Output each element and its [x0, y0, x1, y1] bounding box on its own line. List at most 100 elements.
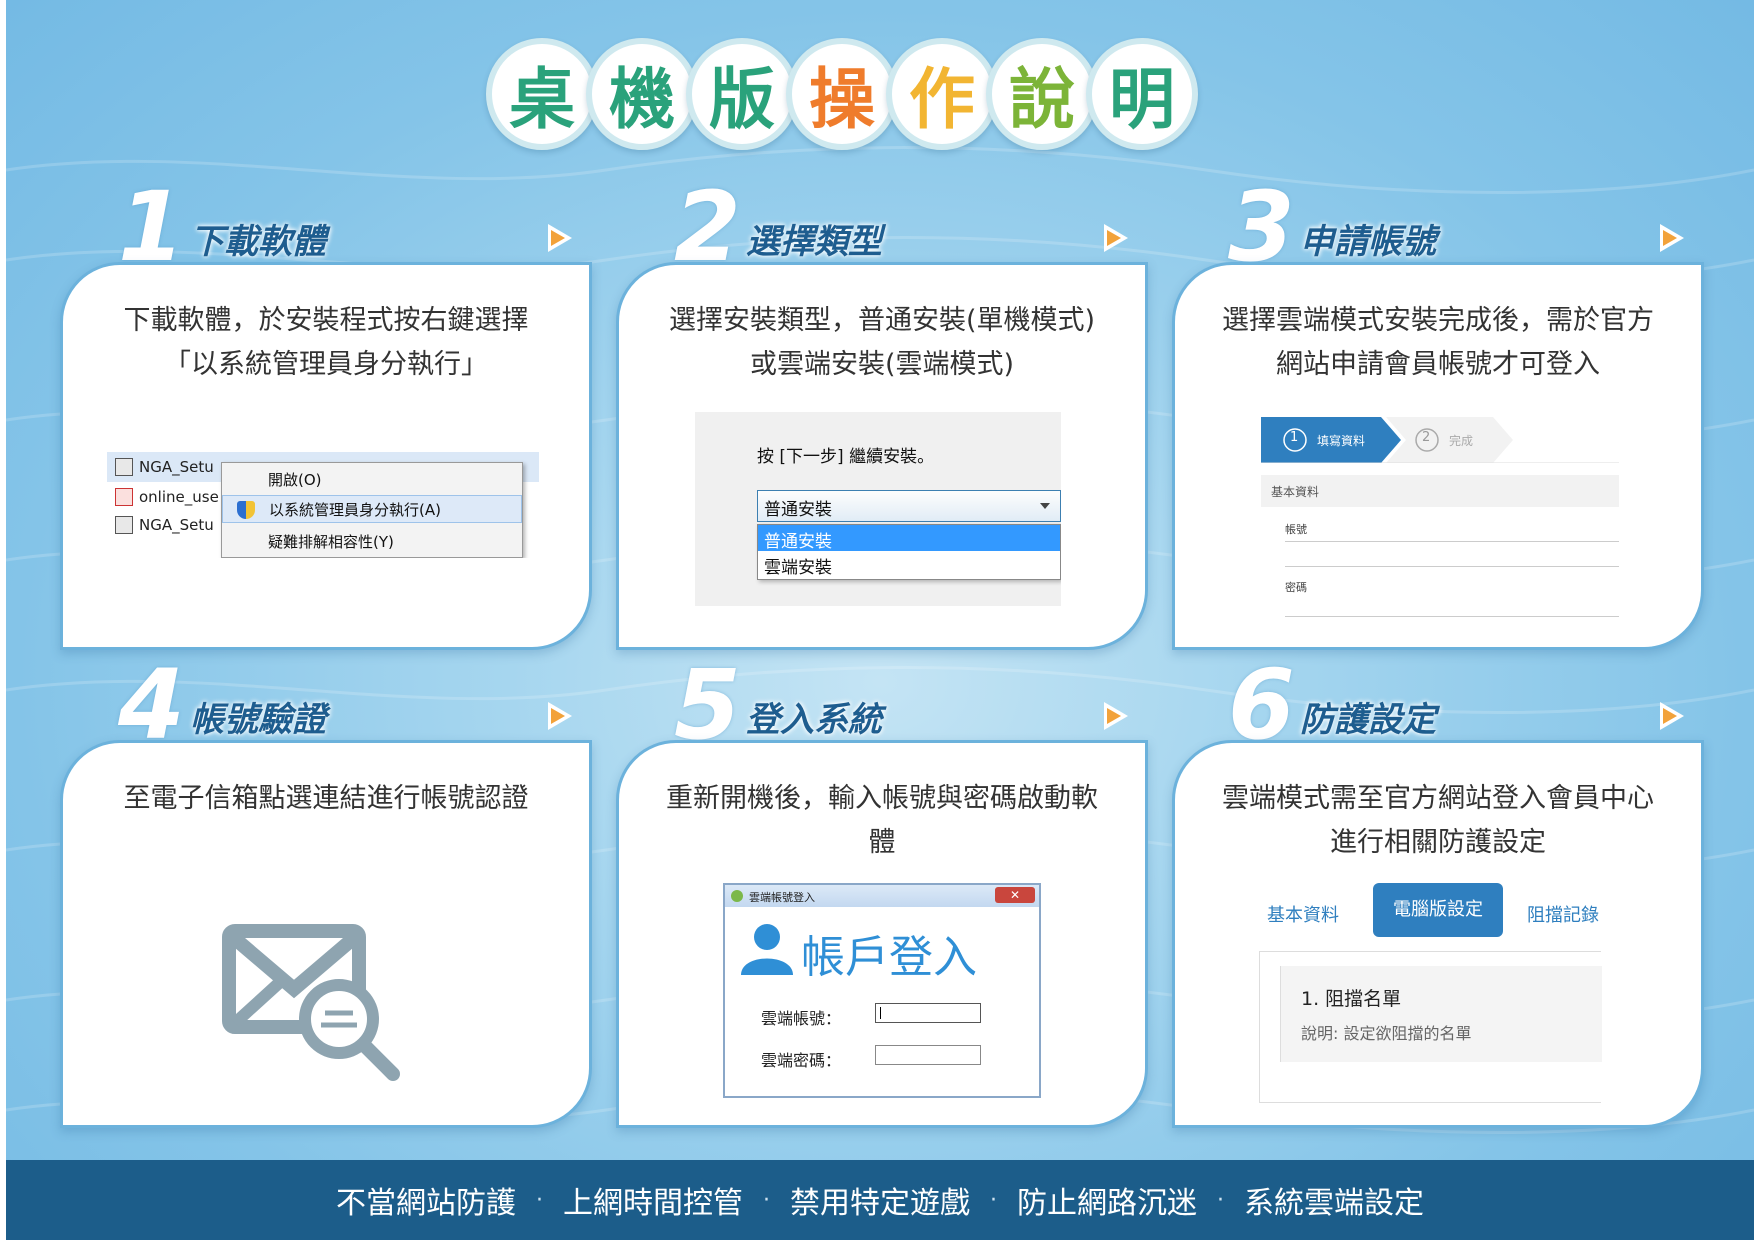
- close-icon[interactable]: ✕: [995, 887, 1035, 903]
- step-5-title: 登入系統: [746, 700, 882, 740]
- account-input[interactable]: [1285, 541, 1619, 567]
- step-1-card: 下載軟體，於安裝程式按右鍵選擇「以系統管理員身分執行」 NGA_Setu onl…: [60, 262, 592, 650]
- app-icon: [731, 890, 743, 902]
- cloud-password-label: 雲端密碼：: [761, 1051, 842, 1070]
- step-5-card: 重新開機後，輸入帳號與密碼啟動軟體 雲端帳號登入 ✕ 帳戶登入 雲端帳號： 雲端…: [616, 740, 1148, 1128]
- feature-item: 禁用特定遊戲: [790, 1186, 970, 1221]
- menu-item-run-as-admin[interactable]: 以系統管理員身分執行(A): [222, 495, 522, 523]
- step-3-header: 3 申請帳號: [1228, 179, 1698, 275]
- separator-dot: ·: [536, 1187, 543, 1213]
- progress-step-1-label: 填寫資料: [1317, 434, 1366, 448]
- menu-item-open[interactable]: 開啟(O): [222, 465, 522, 493]
- feature-item: 不當網站防護: [336, 1186, 516, 1221]
- settings-panel: 1. 阻擋名單 說明: 設定欲阻擋的名單: [1259, 951, 1602, 1103]
- step-5-header: 5 登入系統: [674, 657, 1144, 753]
- block-list-desc: 說明: 設定欲阻擋的名單: [1301, 1024, 1472, 1043]
- separator-dot: ·: [1217, 1187, 1224, 1213]
- play-arrow-icon: [1660, 224, 1684, 252]
- window-title: 雲端帳號登入: [749, 891, 815, 904]
- title-char-6: 說: [986, 38, 1098, 150]
- block-list-title: 1. 阻擋名單: [1301, 988, 1402, 1010]
- password-input[interactable]: [1285, 599, 1619, 617]
- context-menu: 開啟(O) 以系統管理員身分執行(A) 疑難排解相容性(Y): [221, 462, 523, 558]
- step-6-description: 雲端模式需至官方網站登入會員中心進行相關防護設定: [1222, 783, 1654, 858]
- title-char-5: 作: [886, 38, 998, 150]
- account-label: 帳號: [1285, 523, 1307, 536]
- tab-block-log[interactable]: 阻擋記錄: [1527, 901, 1599, 927]
- step-5-description: 重新開機後，輸入帳號與密碼啟動軟體: [666, 783, 1098, 858]
- context-menu-screenshot: NGA_Setu online_use NGA_Setu 開啟(O) 以系統管理…: [107, 452, 539, 558]
- feature-item: 上網時間控管: [563, 1186, 743, 1221]
- file-row[interactable]: online_use: [107, 484, 219, 510]
- step-1-header: 1 下載軟體: [118, 179, 588, 275]
- install-type-options: 普通安裝 雲端安裝: [757, 524, 1061, 580]
- uac-shield-icon: [237, 501, 255, 519]
- password-label: 密碼: [1285, 581, 1307, 594]
- pdf-file-icon: [115, 488, 133, 506]
- page-title: 桌 機 版 操 作 說 明: [486, 38, 1246, 158]
- title-char-7: 明: [1086, 38, 1198, 150]
- login-window-screenshot: 雲端帳號登入 ✕ 帳戶登入 雲端帳號： 雲端密碼：: [723, 883, 1041, 1098]
- separator-dot: ·: [990, 1187, 997, 1213]
- mail-search-icon: [222, 924, 400, 1081]
- step-3-card: 選擇雲端模式安裝完成後，需於官方網站申請會員帳號才可登入 1 填寫資料 2 完成…: [1172, 262, 1704, 650]
- step-3-title: 申請帳號: [1300, 222, 1436, 262]
- step-4-description: 至電子信箱點選連結進行帳號認證: [123, 783, 529, 814]
- file-row[interactable]: NGA_Setu: [107, 512, 214, 538]
- step-6-header: 6 防護設定: [1228, 657, 1698, 753]
- install-prompt: 按 [下一步] 繼續安裝。: [757, 447, 935, 467]
- step-2-number: 2: [674, 171, 741, 283]
- step-1-title: 下載軟體: [190, 222, 326, 262]
- feature-footer: 不當網站防護 · 上網時間控管 · 禁用特定遊戲 · 防止網路沉迷 · 系統雲端…: [6, 1160, 1754, 1240]
- step-2-header: 2 選擇類型: [674, 179, 1144, 275]
- feature-item: 防止網路沉迷: [1017, 1186, 1197, 1221]
- progress-steps: [1261, 417, 1619, 463]
- separator-dot: ·: [763, 1187, 770, 1213]
- file-row[interactable]: NGA_Setu: [107, 454, 214, 480]
- poster: 桌 機 版 操 作 說 明 1 下載軟體 2 選擇類型 3 申請帳號 4 帳號驗…: [6, 0, 1754, 1240]
- step-3-description: 選擇雲端模式安裝完成後，需於官方網站申請會員帳號才可登入: [1222, 305, 1654, 380]
- step-4-title: 帳號驗證: [190, 700, 326, 740]
- login-heading: 帳戶登入: [801, 932, 977, 983]
- step-2-card: 選擇安裝類型，普通安裝(單機模式)或雲端安裝(雲端模式) 按 [下一步] 繼續安…: [616, 262, 1148, 650]
- option-normal-install[interactable]: 普通安裝: [758, 525, 1060, 552]
- step-5-number: 5: [674, 649, 741, 761]
- cloud-account-label: 雲端帳號：: [761, 1009, 842, 1028]
- progress-step-2-number: 2: [1422, 430, 1431, 445]
- step-6-title: 防護設定: [1300, 700, 1436, 740]
- step-4-header: 4 帳號驗證: [118, 657, 588, 753]
- step-4-number: 4: [118, 649, 185, 761]
- title-char-3: 版: [686, 38, 798, 150]
- step-1-description: 下載軟體，於安裝程式按右鍵選擇「以系統管理員身分執行」: [123, 305, 529, 380]
- title-char-4: 操: [786, 38, 898, 150]
- chevron-down-icon: [1040, 503, 1050, 509]
- install-type-select[interactable]: 普通安裝: [757, 490, 1061, 522]
- block-list-item[interactable]: 1. 阻擋名單 說明: 設定欲阻擋的名單: [1280, 966, 1602, 1062]
- install-type-screenshot: 按 [下一步] 繼續安裝。 普通安裝 普通安裝 雲端安裝: [695, 412, 1061, 606]
- menu-item-troubleshoot[interactable]: 疑難排解相容性(Y): [222, 527, 522, 555]
- step-4-card: 至電子信箱點選連結進行帳號認證: [60, 740, 592, 1128]
- title-char-1: 桌: [486, 38, 598, 150]
- feature-item: 系統雲端設定: [1244, 1186, 1424, 1221]
- step-2-title: 選擇類型: [746, 222, 882, 262]
- progress-step-2-label: 完成: [1449, 434, 1474, 448]
- tab-pc-settings[interactable]: 電腦版設定: [1373, 883, 1503, 937]
- installer-icon: [115, 516, 133, 534]
- step-2-description: 選擇安裝類型，普通安裝(單機模式)或雲端安裝(雲端模式): [668, 305, 1096, 380]
- play-arrow-icon: [548, 702, 572, 730]
- step-6-number: 6: [1228, 649, 1295, 761]
- cloud-password-input[interactable]: [875, 1045, 981, 1065]
- title-char-2: 機: [586, 38, 698, 150]
- play-arrow-icon: [1660, 702, 1684, 730]
- settings-screenshot: 基本資料 電腦版設定 阻擋記錄 1. 阻擋名單 說明: 設定欲阻擋的名單: [1255, 883, 1637, 1103]
- cloud-account-input[interactable]: [875, 1003, 981, 1023]
- window-titlebar: 雲端帳號登入 ✕: [725, 885, 1039, 907]
- option-cloud-install[interactable]: 雲端安裝: [758, 551, 1060, 578]
- user-icon: [741, 924, 793, 975]
- tab-basic-info[interactable]: 基本資料: [1267, 901, 1339, 927]
- play-arrow-icon: [1104, 224, 1128, 252]
- progress-step-1-number: 1: [1290, 430, 1299, 445]
- play-arrow-icon: [548, 224, 572, 252]
- installer-icon: [115, 458, 133, 476]
- play-arrow-icon: [1104, 702, 1128, 730]
